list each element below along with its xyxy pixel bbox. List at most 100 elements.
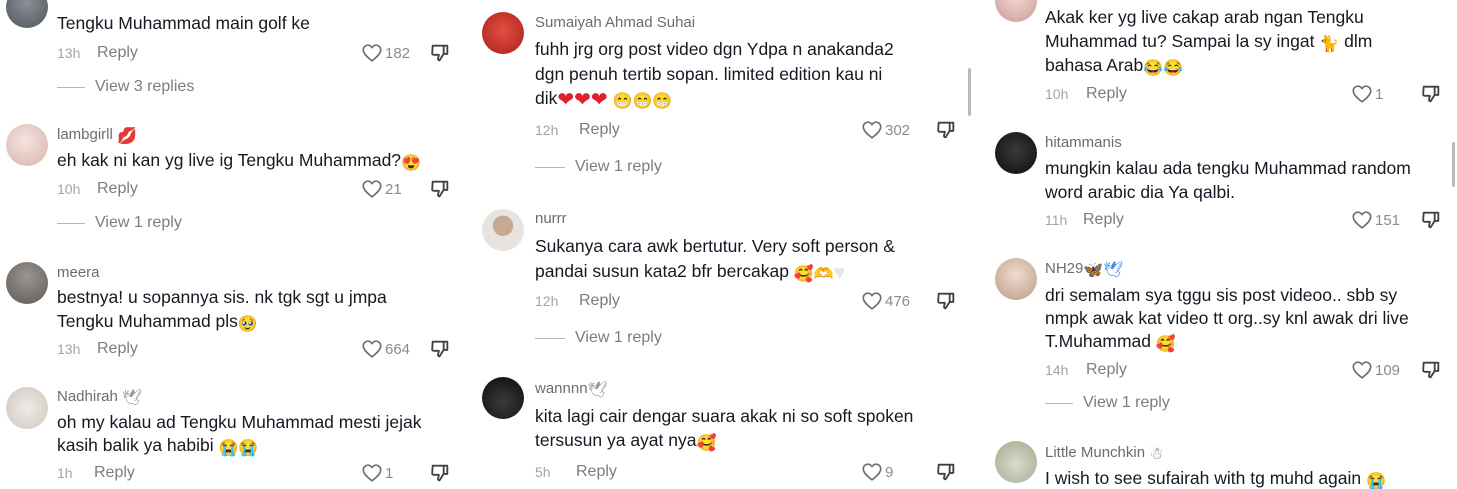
dislike-icon[interactable] [935,119,957,141]
avatar[interactable] [482,209,524,251]
divider-line [57,222,85,224]
avatar[interactable] [6,387,48,429]
like-button[interactable]: 1 [361,462,393,484]
comment-text-line-1: mungkin kalau ada tengku Muhammad random [1045,158,1411,178]
view-replies-button[interactable]: View 1 reply [1045,394,1170,412]
comment-line: dik [535,88,558,108]
dislike-icon[interactable] [429,42,451,64]
snowman-emoji: ☃ [1149,446,1164,463]
dislike-icon[interactable] [935,461,957,483]
comment-username: lambgirll 💋 [57,126,137,145]
avatar[interactable] [482,12,524,54]
avatar[interactable] [6,0,48,28]
reply-button[interactable]: Reply [579,121,620,139]
dislike-icon[interactable] [429,178,451,200]
lips-emoji: 💋 [117,128,137,145]
comment-text-line-2: word arabic dia Ya qalbi. [1045,182,1236,202]
comment-username: NH29🦋🕊 [1045,260,1124,279]
reply-button[interactable]: Reply [576,463,617,481]
avatar[interactable] [6,262,48,304]
avatar[interactable] [995,258,1037,300]
view-replies-button[interactable]: View 3 replies [57,78,194,96]
comment-line-tail: dlm [1344,31,1373,51]
scrollbar[interactable] [968,68,971,116]
comment-item: Akak ker yg live cakap arab ngan Tengku … [988,0,1457,115]
comment-time: 10h [1045,86,1069,102]
comment-text-line-2: dgn penuh tertib sopan. limited edition … [535,64,883,84]
like-button[interactable]: 664 [361,338,410,360]
comment-item: lambgirll 💋 eh kak ni kan yg live ig Ten… [0,120,470,240]
reply-button[interactable]: Reply [1083,211,1124,229]
comment-time: 1h [57,465,73,481]
comment-text: eh kak ni kan yg live ig Tengku Muhammad… [57,148,421,172]
comment-text-line-1: Sukanya cara awk bertutur. Very soft per… [535,236,895,256]
comment-time: 12h [535,122,559,138]
dislike-icon[interactable] [429,338,451,360]
comment-text-line-1: Akak ker yg live cakap arab ngan Tengku [1045,7,1364,27]
view-replies-label: View 1 reply [575,329,662,346]
comment-actions: 1h Reply 1 [57,462,452,486]
dislike-icon[interactable] [935,290,957,312]
comment-username: meera [57,264,100,281]
heart-icon [1351,359,1373,381]
username-label: Nadhirah [57,388,118,405]
reply-button[interactable]: Reply [94,464,135,482]
like-button[interactable]: 302 [861,119,910,141]
dislike-icon[interactable] [1420,359,1442,381]
comment-actions: 12h Reply 302 [535,119,960,143]
reply-button[interactable]: Reply [1086,361,1127,379]
white-heart-emoji: ♥ [833,262,846,284]
dislike-icon[interactable] [429,462,451,484]
reply-button[interactable]: Reply [97,44,138,62]
avatar[interactable] [995,0,1037,22]
like-button[interactable]: 109 [1351,359,1400,381]
comment-line: kasih balik ya habibi [57,435,214,455]
like-button[interactable]: 9 [861,461,893,483]
comment-item: Nadhirah 🕊 oh my kalau ad Tengku Muhamma… [0,383,470,489]
comment-text-line-1: dri semalam sya tggu sis post videoo.. s… [1045,285,1398,305]
avatar[interactable] [995,132,1037,174]
view-replies-button[interactable]: View 1 reply [535,329,662,347]
comment-actions: 14h Reply 109 [1045,359,1440,383]
like-count: 1 [1375,85,1384,103]
heart-icon [861,119,883,141]
avatar[interactable] [995,441,1037,483]
divider-line [1045,402,1073,404]
like-button[interactable]: 476 [861,290,910,312]
like-button[interactable]: 1 [1351,83,1383,105]
comment-time: 13h [57,45,81,61]
like-button[interactable]: 21 [361,178,402,200]
comment-actions: 5h Reply 9 [535,461,960,485]
reply-button[interactable]: Reply [97,340,138,358]
view-replies-button[interactable]: View 1 reply [535,158,662,176]
like-count: 109 [1375,361,1401,379]
comments-column-2: Sumaiyah Ahmad Suhai fuhh jrg org post v… [476,0,976,489]
dislike-icon[interactable] [1420,209,1442,231]
avatar[interactable] [482,377,524,419]
cat-emoji: 🐈 [1319,36,1340,53]
comment-username: nurrr [535,210,567,227]
comment-time: 5h [535,464,551,480]
username-label: NH29 [1045,260,1084,277]
smiling-hearts-emoji: 🥰 [696,435,717,452]
comment-line: Tengku Muhammad pls [57,311,238,331]
dislike-icon[interactable] [1420,83,1442,105]
comment-time: 14h [1045,362,1069,378]
comment-username: Sumaiyah Ahmad Suhai [535,14,696,31]
heart-icon [361,462,383,484]
like-button[interactable]: 151 [1351,209,1400,231]
reply-button[interactable]: Reply [579,292,620,310]
like-button[interactable]: 182 [361,42,410,64]
heart-eyes-emoji: 😍 [401,155,421,172]
crying-emoji: 😭 [1366,473,1386,489]
avatar[interactable] [6,124,48,166]
comment-actions: 10h Reply 1 [1045,83,1440,107]
comment-line: I wish to see sufairah with tg muhd agai… [1045,468,1362,488]
scrollbar[interactable] [1452,142,1455,187]
pleading-emoji: 🥹 [237,316,258,333]
reply-button[interactable]: Reply [97,180,138,198]
heart-icon [361,178,383,200]
reply-button[interactable]: Reply [1086,85,1127,103]
view-replies-button[interactable]: View 1 reply [57,214,182,232]
smiling-hearts-emoji: 🥰🫶 [793,266,834,283]
